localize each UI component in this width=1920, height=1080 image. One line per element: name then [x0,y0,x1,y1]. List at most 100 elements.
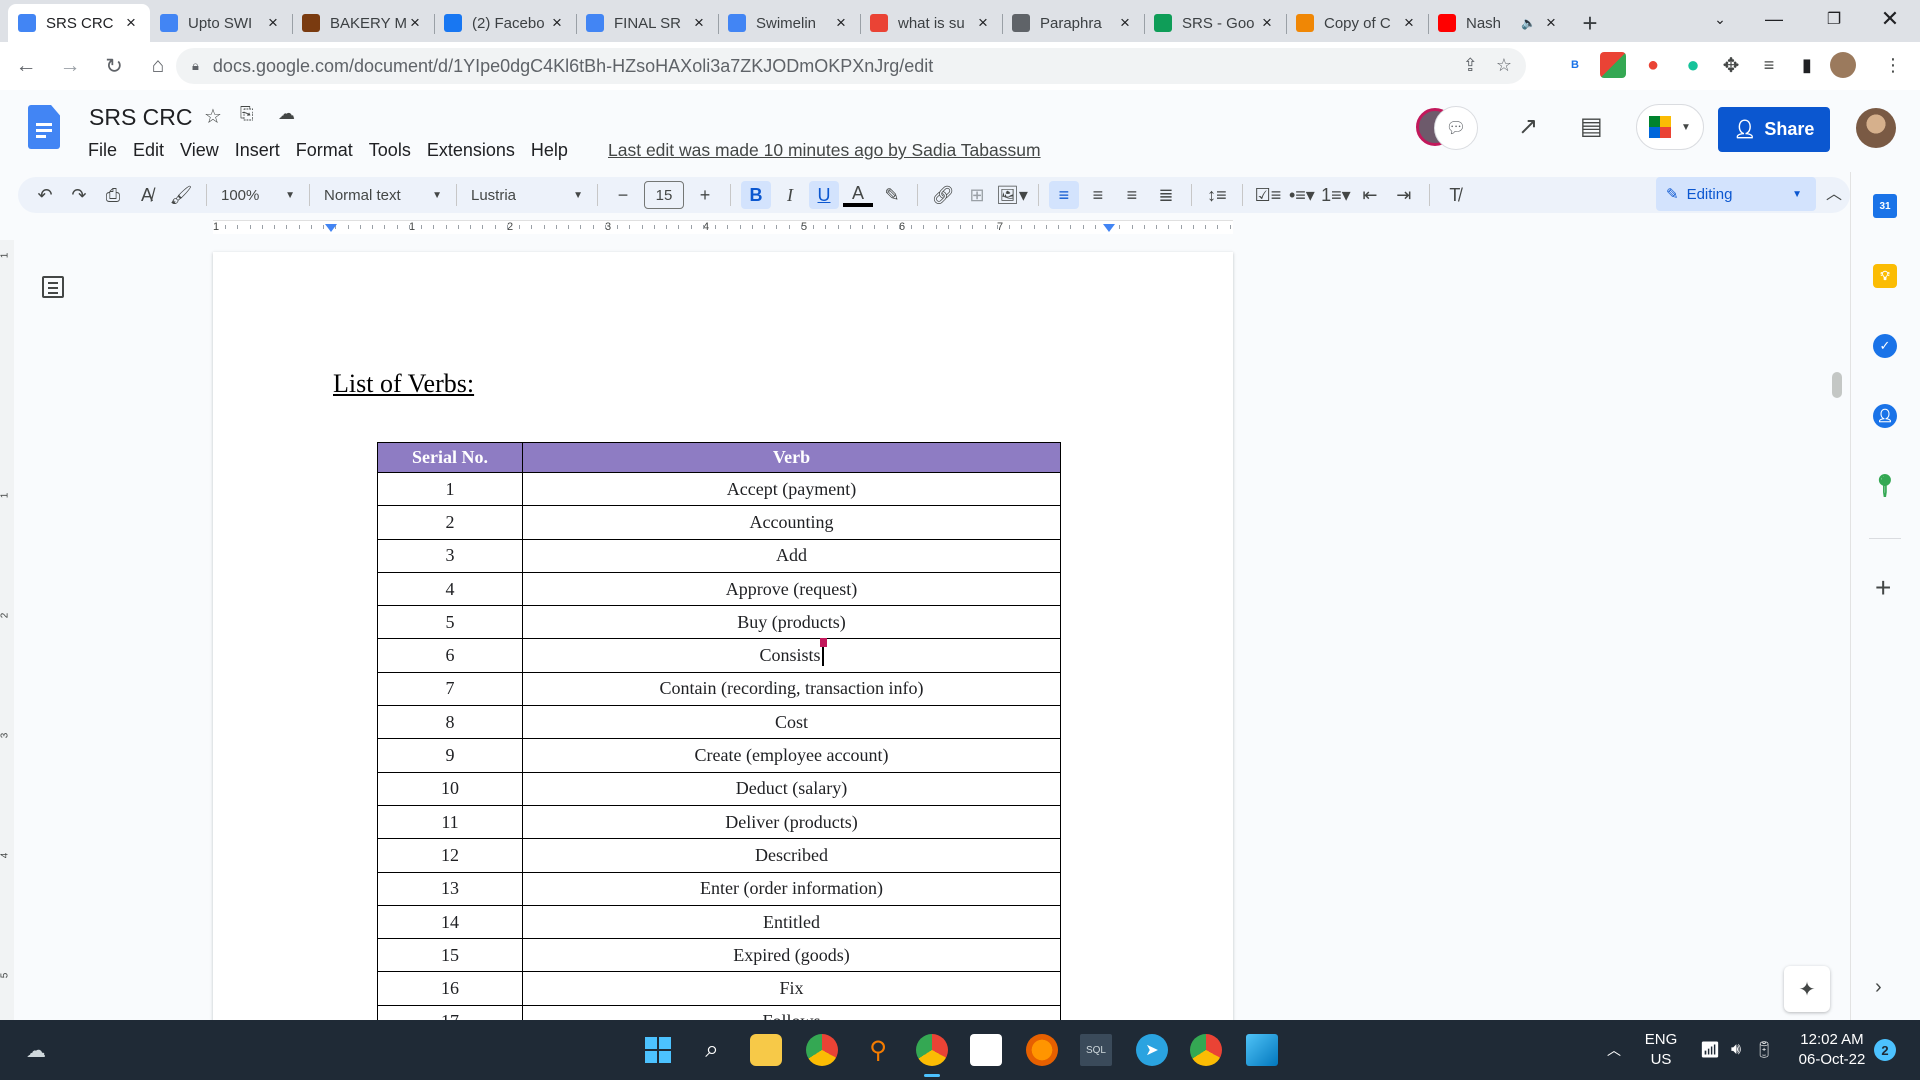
verb-cell[interactable]: Consists [522,638,1061,673]
undo-icon[interactable]: ↶ [30,181,60,209]
close-tab-icon[interactable]: × [264,13,282,33]
serial-cell[interactable]: 6 [377,638,523,673]
verb-cell[interactable]: Create (employee account) [522,738,1061,773]
decrease-font-size-icon[interactable]: − [608,181,638,209]
highlight-color-icon[interactable]: ✎ [877,181,907,209]
firefox-icon[interactable] [1026,1034,1058,1066]
home-icon[interactable]: ⌂ [140,48,176,84]
align-left-icon[interactable]: ≡ [1048,181,1079,209]
show-hidden-icons[interactable]: ︿ [1598,1034,1630,1066]
horizontal-ruler[interactable]: 1 1 2 3 4 5 6 7 [0,218,1850,236]
verb-cell[interactable]: Entitled [522,904,1061,940]
get-addons-icon[interactable]: + [1875,572,1891,604]
browser-tab[interactable]: what is su × [860,4,1002,42]
browser-tab[interactable]: (2) Facebo × [434,4,576,42]
verb-cell[interactable]: Accept (payment) [522,471,1061,507]
left-indent-marker[interactable] [325,224,337,232]
reload-icon[interactable]: ↻ [96,48,132,84]
extension-adblock-icon[interactable]: ● [1640,52,1666,78]
serial-cell[interactable]: 13 [377,871,523,906]
google-keep-icon[interactable]: 💡︎ [1873,264,1897,288]
numbered-list-icon[interactable]: 1≡▾ [1321,181,1351,209]
increase-indent-icon[interactable]: ⇥ [1389,181,1419,209]
checklist-icon[interactable]: ☑≡ [1253,181,1283,209]
serial-cell[interactable]: 11 [377,804,523,840]
serial-cell[interactable]: 1 [377,471,523,507]
decrease-indent-icon[interactable]: ⇤ [1355,181,1385,209]
verb-cell[interactable]: Deduct (salary) [522,771,1061,806]
side-panel-icon[interactable]: ▮ [1794,52,1820,78]
bookmark-star-icon[interactable]: ☆ [1496,55,1512,76]
photos-icon[interactable] [1246,1034,1278,1066]
serial-cell[interactable]: 10 [377,771,523,806]
input-language[interactable]: ENG US [1640,1030,1682,1070]
forward-icon[interactable]: → [52,48,88,84]
hide-menus-icon[interactable]: ︿ [1826,180,1842,204]
serial-cell[interactable]: 14 [377,904,523,940]
explore-assistant-icon[interactable]: ✦ [1784,966,1830,1012]
tab-audio-icon[interactable]: 🔈 [1521,16,1536,30]
back-icon[interactable]: ← [8,48,44,84]
verb-cell[interactable]: Buy (products) [522,605,1061,640]
italic-icon[interactable]: I [775,181,805,209]
account-avatar[interactable] [1856,108,1896,148]
share-page-icon[interactable]: ⇪ [1463,55,1478,76]
activity-dashboard-icon[interactable]: ↗ [1518,112,1538,141]
bulleted-list-icon[interactable]: •≡▾ [1287,181,1317,209]
vertical-scrollbar[interactable] [1832,372,1842,398]
last-edit-link[interactable]: Last edit was made 10 minutes ago by Sad… [608,140,1041,161]
menu-help[interactable]: Help [523,138,576,163]
paragraph-style-select[interactable]: Normal text ▼ [318,187,448,204]
chrome-active-icon[interactable] [916,1034,948,1066]
sql-server-icon[interactable]: SQL [1080,1034,1112,1066]
show-side-panel-icon[interactable]: › [1875,976,1882,999]
insert-link-icon[interactable]: 🔗︎ [928,181,958,209]
meet-button[interactable]: ▼ [1636,104,1704,150]
verb-cell[interactable]: Approve (request) [522,571,1061,607]
bold-icon[interactable]: B [741,181,771,209]
address-bar[interactable]: 🔒︎ docs.google.com/document/d/1YIpe0dgC4… [176,48,1526,84]
justify-icon[interactable]: ≣ [1151,181,1181,209]
menu-extensions[interactable]: Extensions [419,138,523,163]
share-button[interactable]: 👤︎ Share [1718,107,1830,152]
chrome-menu-icon[interactable]: ⋮ [1880,52,1906,78]
google-contacts-icon[interactable]: 👤︎ [1873,404,1897,428]
google-maps-icon[interactable]: 📍︎ [1871,473,1899,498]
serial-cell[interactable]: 8 [377,705,523,740]
align-center-icon[interactable]: ≡ [1083,181,1113,209]
serial-cell[interactable]: 2 [377,505,523,540]
verb-cell[interactable]: Accounting [522,505,1061,540]
menu-file[interactable]: File [80,138,125,163]
docs-home-logo[interactable] [28,105,60,149]
menu-format[interactable]: Format [288,138,361,163]
browser-tab[interactable]: SRS CRC × [8,4,150,42]
profile-avatar[interactable] [1830,52,1856,78]
browser-tab[interactable]: Upto SWI × [150,4,292,42]
battery-icon[interactable]: 🔋︎ [1748,1034,1780,1066]
chrome-icon[interactable] [806,1034,838,1066]
serial-cell[interactable]: 7 [377,671,523,707]
add-comment-icon[interactable]: ⊞ [962,181,992,209]
star-icon[interactable]: ☆ [204,104,222,129]
serial-cell[interactable]: 5 [377,605,523,640]
verbs-table[interactable]: Serial No. Verb 1 Accept (payment) 2 Accoun… [377,442,1061,1022]
zoom-select[interactable]: 100% ▼ [215,187,301,204]
font-size-input[interactable]: 15 [644,181,684,209]
document-page[interactable]: List of Verbs: Serial No. Verb 1 Accept (… [213,252,1233,1022]
menu-insert[interactable]: Insert [227,138,288,163]
font-select[interactable]: Lustria ▼ [465,187,589,204]
verb-cell[interactable]: Described [522,838,1061,873]
restore-button[interactable]: ❐ [1806,0,1862,38]
close-tab-icon[interactable]: × [690,13,708,33]
browser-tab[interactable]: FINAL SR × [576,4,718,42]
verb-cell[interactable]: Fix [522,971,1061,1006]
browser-tab[interactable]: BAKERY M × [292,4,434,42]
spellcheck-icon[interactable]: A̸ [132,181,162,209]
verb-cell[interactable]: Expired (goods) [522,938,1061,973]
serial-cell[interactable]: 15 [377,938,523,973]
close-tab-icon[interactable]: × [1116,13,1134,33]
serial-cell[interactable]: 4 [377,571,523,607]
chrome-profile-icon[interactable] [1190,1034,1222,1066]
increase-font-size-icon[interactable]: + [690,181,720,209]
weather-icon[interactable]: ☁ [20,1034,52,1066]
